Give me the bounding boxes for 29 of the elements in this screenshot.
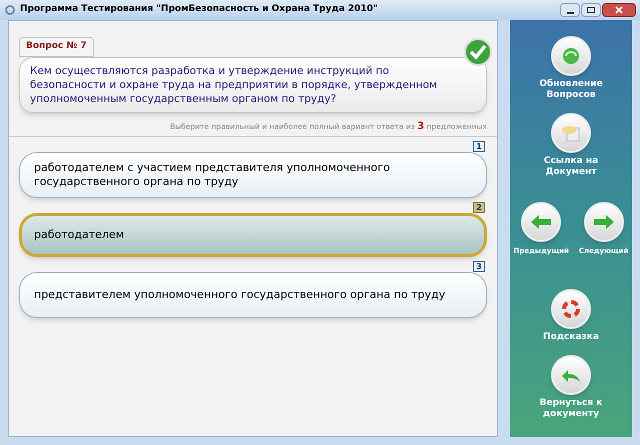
document-icon <box>561 124 581 142</box>
round-button[interactable] <box>551 354 591 394</box>
left-arrow-icon <box>530 214 552 230</box>
maximize-button[interactable] <box>581 3 601 17</box>
answer-option[interactable]: представителем уполномоченного государственного органа по труду <box>19 272 487 318</box>
round-button[interactable] <box>551 113 591 153</box>
answer-number: 3 <box>473 260 485 272</box>
close-button[interactable] <box>602 3 636 17</box>
round-button[interactable] <box>551 288 591 328</box>
right-arrow-icon <box>592 214 615 230</box>
answer-option[interactable]: работодателем <box>19 212 487 256</box>
button-label: Вернуться к документу <box>538 398 604 420</box>
button-label: Ссылка на Документ <box>542 156 600 178</box>
checkmark-icon <box>463 37 493 67</box>
round-button[interactable] <box>551 36 591 76</box>
minimize-button[interactable] <box>560 3 580 17</box>
button-label: Обновление Вопросов <box>538 79 604 101</box>
button-label: Подсказка <box>542 332 600 342</box>
window-title: Программа Тестирования "ПромБезопасность и Охрана Труда 2010" <box>20 3 378 16</box>
refresh-icon <box>562 47 580 65</box>
answer-number: 1 <box>473 140 485 152</box>
round-button[interactable] <box>584 202 624 242</box>
lifebuoy-icon <box>561 298 581 318</box>
answer-number: 2 <box>473 202 485 212</box>
close-icon <box>615 6 623 14</box>
app-icon <box>4 4 16 16</box>
answer-option[interactable]: работодателем с участием представителя уполномоченного государственного органа по труду <box>19 152 487 198</box>
round-button[interactable] <box>521 202 562 242</box>
question-text: Кем осуществляются разработка и утверждение инструкций по безопасности и охране труда на предприятии в порядке, утвержденном уполномоченным государственным органом по труду? <box>30 64 438 106</box>
